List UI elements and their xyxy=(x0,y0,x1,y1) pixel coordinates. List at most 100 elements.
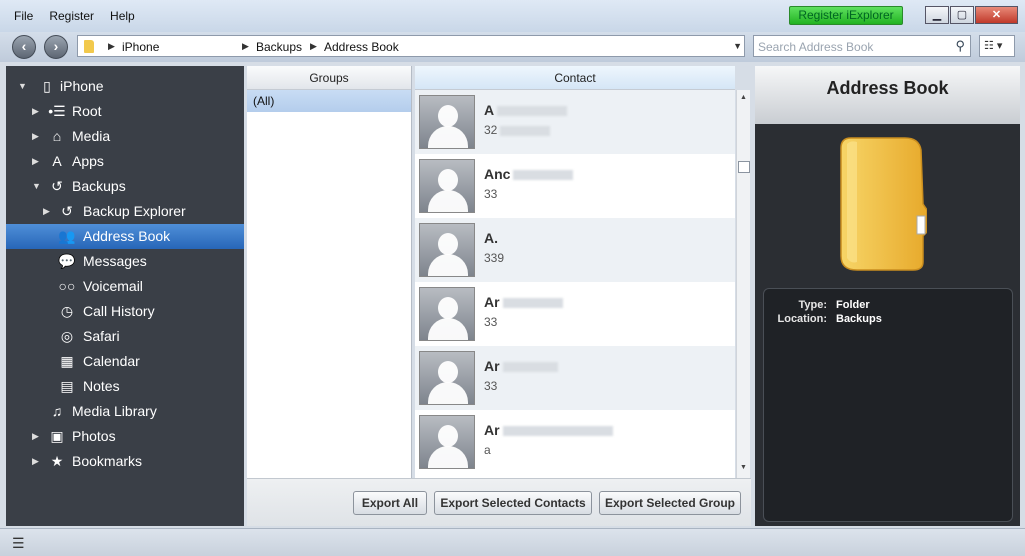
avatar-body-shape xyxy=(428,254,468,276)
export-selected-group-button[interactable]: Export Selected Group xyxy=(599,491,741,515)
sidebar-item-label: Voicemail xyxy=(83,278,143,294)
export-all-button[interactable]: Export All xyxy=(353,491,427,515)
contact-name-text: A. xyxy=(484,230,498,246)
sidebar-item-address-book[interactable]: 👥 Address Book xyxy=(6,224,244,249)
sidebar-item-root[interactable]: ▶ •☰ Root xyxy=(6,99,244,124)
view-list-icon[interactable]: ☷ ▾ xyxy=(979,35,1015,57)
photos-icon: ▣ xyxy=(50,428,64,444)
expand-down-icon[interactable]: ▼ xyxy=(18,74,27,99)
contact-detail-text: 339 xyxy=(484,251,505,265)
sidebar-item-media[interactable]: ▶ ⌂ Media xyxy=(6,124,244,149)
sidebar-item-messages[interactable]: 💬 Messages xyxy=(6,249,244,274)
sidebar-item-bookmarks[interactable]: ▶ ★ Bookmarks xyxy=(6,449,244,474)
contact-row[interactable]: A 32 xyxy=(415,90,735,154)
breadcrumb-backups[interactable]: Backups xyxy=(256,40,302,54)
expand-right-icon[interactable]: ▶ xyxy=(32,424,39,449)
status-bar: ☰ xyxy=(0,528,1025,556)
contact-row[interactable]: Ar a xyxy=(415,410,735,474)
groups-header[interactable]: Groups xyxy=(247,66,411,90)
contact-row[interactable]: Anc 33 xyxy=(415,154,735,218)
detail-value: Backups xyxy=(836,313,882,325)
contact-name-text: Anc xyxy=(484,166,511,182)
backups-icon: ↺ xyxy=(51,178,63,194)
close-icon[interactable]: ✕ xyxy=(975,6,1018,24)
contact-header[interactable]: Contact xyxy=(415,66,735,90)
safari-icon: ◎ xyxy=(60,328,74,344)
sidebar-item-call-history[interactable]: ◷ Call History xyxy=(6,299,244,324)
details-box: Type: Folder Location: Backups xyxy=(763,288,1013,522)
sidebar-item-apps[interactable]: ▶ A Apps xyxy=(6,149,244,174)
expand-right-icon[interactable]: ▶ xyxy=(32,149,39,174)
breadcrumb-separator-icon: ▶ xyxy=(108,41,115,51)
avatar-head-shape xyxy=(438,105,458,127)
back-arrow-icon[interactable]: ‹ xyxy=(12,35,36,59)
breadcrumb-address-book[interactable]: Address Book xyxy=(324,40,399,54)
search-icon[interactable]: ⚲ xyxy=(955,38,965,54)
menu-file[interactable]: File xyxy=(14,9,33,23)
breadcrumb-iphone[interactable]: iPhone xyxy=(122,40,159,54)
maximize-icon[interactable]: ▢ xyxy=(950,6,974,24)
forward-arrow-icon[interactable]: › xyxy=(44,35,68,59)
sidebar-item-label: Safari xyxy=(83,328,120,344)
expand-right-icon[interactable]: ▶ xyxy=(32,449,39,474)
avatar xyxy=(419,95,475,149)
contact-name: A. xyxy=(484,230,498,246)
scroll-thumb[interactable] xyxy=(738,161,750,173)
address-bar[interactable]: ▶ iPhone ▶ Backups ▶ Address Book ▼ xyxy=(77,35,745,57)
hamburger-menu-icon[interactable]: ☰ xyxy=(12,535,30,552)
contact-row[interactable]: Ar 33 xyxy=(415,282,735,346)
menu-help[interactable]: Help xyxy=(110,9,135,23)
detail-key: Location: xyxy=(777,313,828,325)
sidebar-item-safari[interactable]: ◎ Safari xyxy=(6,324,244,349)
sidebar-item-notes[interactable]: ▤ Notes xyxy=(6,374,244,399)
avatar xyxy=(419,351,475,405)
avatar-head-shape xyxy=(438,233,458,255)
call-history-icon: ◷ xyxy=(60,303,74,319)
avatar xyxy=(419,159,475,213)
sidebar-item-backup-explorer[interactable]: ▶ ↺ Backup Explorer xyxy=(6,199,244,224)
expand-down-icon[interactable]: ▼ xyxy=(32,174,41,199)
group-item-all[interactable]: (All) xyxy=(247,90,411,112)
sidebar-item-iphone[interactable]: ▼ ▯ iPhone xyxy=(6,74,244,99)
scroll-down-icon[interactable]: ▼ xyxy=(740,464,747,471)
breadcrumb-separator-icon: ▶ xyxy=(242,41,249,51)
expand-right-icon[interactable]: ▶ xyxy=(32,124,39,149)
redacted-text xyxy=(502,426,613,437)
contact-name: Ar xyxy=(484,358,558,374)
sidebar-item-photos[interactable]: ▶ ▣ Photos xyxy=(6,424,244,449)
menu-register[interactable]: Register xyxy=(49,9,94,23)
contact-detail-text: a xyxy=(484,443,491,457)
sidebar-item-label: Address Book xyxy=(83,228,171,244)
contact-name: A xyxy=(484,102,568,118)
avatar-body-shape xyxy=(428,382,468,404)
chevron-down-icon[interactable]: ▼ xyxy=(733,41,742,51)
sidebar-item-media-library[interactable]: ♫ Media Library xyxy=(6,399,244,424)
redacted-text xyxy=(497,106,568,117)
scroll-up-icon[interactable]: ▲ xyxy=(740,94,747,101)
contacts-panel: Contact A 32 Anc 33 A. 339 Ar 33 Ar 33 Ar a xyxy=(415,66,735,478)
media-icon: ⌂ xyxy=(52,128,62,144)
expand-right-icon[interactable]: ▶ xyxy=(43,199,50,224)
minimize-icon[interactable]: ▁ xyxy=(925,6,949,24)
sidebar-item-backups[interactable]: ▼ ↺ Backups xyxy=(6,174,244,199)
export-selected-contacts-button[interactable]: Export Selected Contacts xyxy=(434,491,592,515)
register-button[interactable]: Register iExplorer xyxy=(789,6,903,25)
search-input[interactable] xyxy=(758,40,948,54)
sidebar-item-calendar[interactable]: ▦ Calendar xyxy=(6,349,244,374)
expand-right-icon[interactable]: ▶ xyxy=(32,99,39,124)
sidebar-item-label: Backup Explorer xyxy=(83,203,186,219)
contact-row[interactable]: A. 339 xyxy=(415,218,735,282)
sidebar-item-label: Photos xyxy=(72,428,116,444)
contacts-scrollbar[interactable]: ▲ ▼ xyxy=(736,90,750,478)
contact-name-text: Ar xyxy=(484,422,500,438)
sidebar-item-label: Media xyxy=(72,128,111,144)
sidebar-item-label: Backups xyxy=(72,178,126,194)
avatar xyxy=(419,223,475,277)
contact-row[interactable]: Ar 33 xyxy=(415,346,735,410)
folder-icon xyxy=(840,137,927,271)
calendar-icon: ▦ xyxy=(60,353,74,369)
sidebar-item-voicemail[interactable]: ○○ Voicemail xyxy=(6,274,244,299)
star-icon: ★ xyxy=(50,453,64,469)
music-icon: ♫ xyxy=(51,403,63,419)
avatar-head-shape xyxy=(438,425,458,447)
